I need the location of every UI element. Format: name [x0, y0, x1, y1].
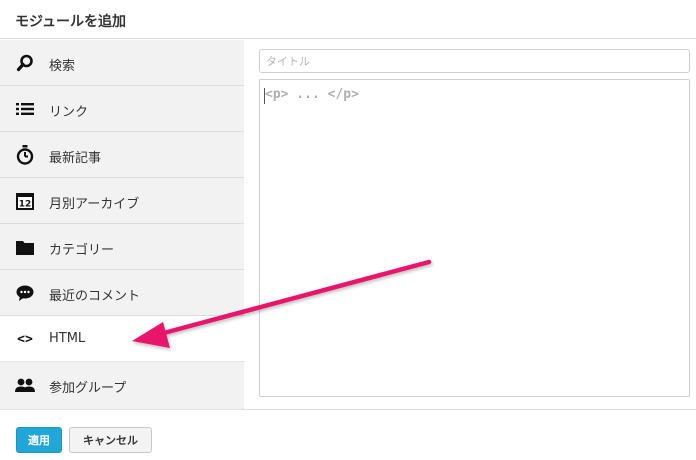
sidebar-item-label: 参加グループ [49, 381, 127, 396]
sidebar-item-label: 検索 [49, 59, 76, 74]
module-sidebar: 検索 リンク 最新記事 12 月別アーカイブ カテゴリー 最近のコメント <> … [0, 40, 245, 409]
folder-icon [15, 238, 35, 256]
sidebar-item-categories[interactable]: カテゴリー [0, 224, 244, 270]
calendar-icon-text: 12 [19, 199, 32, 209]
html-body-textarea[interactable] [259, 79, 690, 397]
dialog-title: モジュールを追加 [15, 14, 127, 30]
sidebar-item-recent-comments[interactable]: 最近のコメント [0, 270, 244, 316]
dialog-footer: 適用 キャンセル [0, 409, 696, 460]
group-icon [15, 376, 35, 394]
search-icon [15, 54, 35, 72]
stopwatch-icon [15, 145, 35, 165]
sidebar-item-label: 月別アーカイブ [49, 197, 140, 212]
sidebar-item-groups[interactable]: 参加グループ [0, 362, 244, 408]
title-input[interactable] [259, 49, 690, 73]
sidebar-item-label: リンク [49, 105, 89, 120]
sidebar-item-html[interactable]: <> HTML [0, 316, 245, 362]
cancel-button[interactable]: キャンセル [69, 427, 152, 453]
dialog-header: モジュールを追加 [0, 0, 696, 39]
sidebar-item-recent-posts[interactable]: 最新記事 [0, 132, 244, 178]
apply-button[interactable]: 適用 [16, 427, 62, 453]
sidebar-item-links[interactable]: リンク [0, 86, 244, 132]
calendar-icon: 12 [15, 192, 35, 210]
sidebar-item-search[interactable]: 検索 [0, 40, 244, 86]
sidebar-item-label: 最近のコメント [49, 289, 141, 304]
sidebar-item-monthly-archive[interactable]: 12 月別アーカイブ [0, 178, 244, 224]
module-editor [245, 40, 696, 409]
sidebar-item-label: カテゴリー [49, 243, 115, 258]
comment-icon [15, 284, 35, 302]
list-icon [15, 100, 35, 118]
sidebar-item-label: HTML [49, 331, 86, 346]
text-caret [264, 88, 265, 104]
sidebar-item-label: 最新記事 [49, 151, 102, 166]
code-icon: <> [17, 331, 33, 347]
